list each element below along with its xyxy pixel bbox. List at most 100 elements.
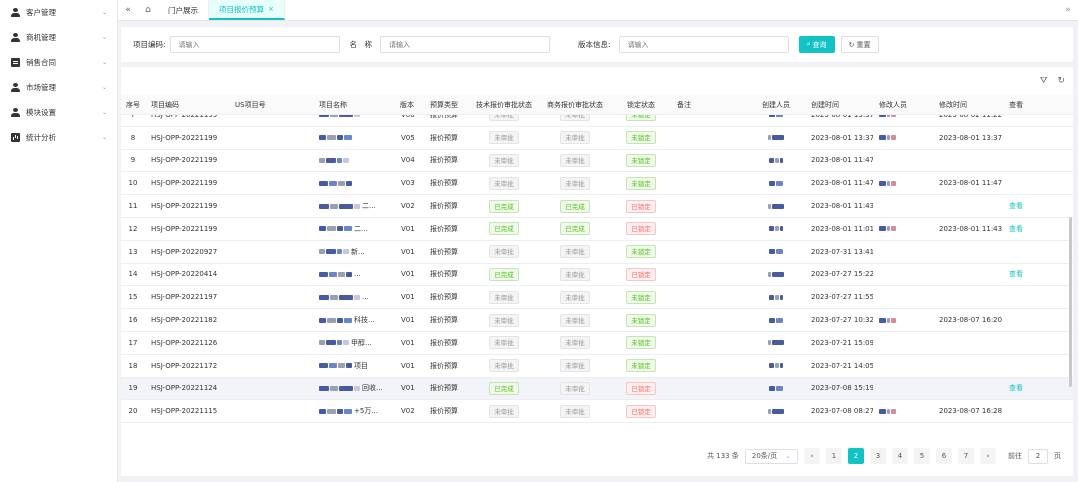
sidebar-item-statistics[interactable]: 统计分析 ⌄ [0,125,117,150]
document-icon [11,58,20,67]
row-project-code: HSJ-OPP-20221172 [151,361,218,370]
page-button[interactable]: 1 [826,448,842,464]
redacted-text [319,202,360,210]
row-version: V01 [401,316,415,325]
view-link[interactable]: 查看 [1009,225,1023,233]
row-lock-status: 未锁定 [611,153,671,167]
column-header-code: 项目编码 [151,100,179,109]
row-biz-status: 未审批 [539,115,611,122]
page-button[interactable]: 3 [870,448,886,464]
row-view-cell: 查看 [1003,201,1033,211]
collapse-sidebar-icon[interactable]: « [118,0,138,20]
status-badge: 未审批 [560,131,590,145]
table-row[interactable]: 13 HSJ-OPP-20220927 新... V01 报价预算 未审批 未审批 未锁定 20… [121,241,1073,264]
table-row[interactable]: 19 HSJ-OPP-20221124 回收... V01 报价预算 已完成 未审批 已锁定 2… [121,377,1073,401]
goto-page-input[interactable]: 2 [1028,448,1048,464]
tab-project-quote-budget[interactable]: 项目报价预算 × [209,0,285,20]
row-create-time: 2023-08-01 13:37 [811,133,873,142]
prev-page-button[interactable]: ‹ [804,448,820,464]
redacted-text [879,115,896,119]
page-button[interactable]: 4 [892,448,908,464]
row-version: V01 [401,384,415,393]
row-project-code: HSJ-OPP-20220927 [151,247,218,256]
view-link[interactable]: 查看 [1009,202,1023,210]
column-header-name: 项目名称 [319,100,347,109]
redacted-text [879,134,896,142]
page-button[interactable]: 7 [958,448,974,464]
scroll-right-icon[interactable]: » [1058,0,1078,20]
sidebar-item-opportunity[interactable]: 商机管理 ⌄ [0,25,117,50]
redacted-text [769,248,783,256]
row-budget-type: 报价预算 [430,361,458,370]
home-icon[interactable]: ⌂ [138,0,158,20]
row-tech-status: 未审批 [469,313,539,327]
tab-portal[interactable]: 门户展示 [158,0,209,20]
chevron-down-icon: ⌄ [785,452,791,460]
code-label: 项目编码: [133,40,166,49]
row-project-name: 回收... [313,383,395,393]
table-row[interactable]: 18 HSJ-OPP-20221172 项目 V01 报价预算 未审批 未审批 未锁定 2023… [121,355,1073,378]
table-row[interactable]: 10 HSJ-OPP-20221199 V03 报价预算 未审批 未审批 未锁定 2023-0… [121,172,1073,196]
table-row[interactable]: 9 HSJ-OPP-20221199 V04 报价预算 未审批 未审批 未锁定 2023-08… [121,150,1073,173]
sidebar-item-market[interactable]: 市场管理 ⌄ [0,75,117,100]
table-row[interactable]: 14 HSJ-OPP-20220414... V01 报价预算 已完成 未审批 已锁定 202… [121,264,1073,287]
row-tech-status: 未审批 [469,153,539,167]
sidebar-item-module-settings[interactable]: 模块设置 ⌄ [0,100,117,125]
close-icon[interactable]: × [268,5,274,13]
person-icon [11,83,20,92]
redacted-text [769,115,783,119]
row-project-code: HSJ-OPP-20221197 [151,293,218,302]
view-link[interactable]: 查看 [1009,270,1023,278]
table-row[interactable]: 17 HSJ-OPP-20221126 甲醇... V01 报价预算 未审批 未审批 未锁定 2… [121,332,1073,355]
row-project-name [313,134,395,142]
row-project-code: HSJ-OPP-20221199 [151,179,218,188]
reset-button[interactable]: ↻ 重置 [840,36,879,53]
refresh-icon[interactable]: ↻ [1057,76,1065,86]
chevron-down-icon: ⌄ [101,109,107,116]
row-tech-status: 已完成 [469,199,539,213]
table-row[interactable]: 16 HSJ-OPP-20221182 科技... V01 报价预算 未审批 未审批 未锁定 2… [121,309,1073,332]
row-biz-status: 未审批 [539,176,611,190]
status-badge: 已锁定 [626,199,656,213]
row-tech-status: 已完成 [469,267,539,281]
row-seq: 12 [128,224,138,233]
sidebar-item-sales-contract[interactable]: 销售合同 ⌄ [0,50,117,75]
table-panel: ⛛ ↻ 序号 项目编码 US项目号 项目名称 版本 预算类型 技术报价审批状态 商务报价审批状… [121,67,1073,476]
table-row[interactable]: 8 HSJ-OPP-20221199 V05 报价预算 未审批 未审批 未锁定 2023-08… [121,127,1073,150]
page-button[interactable]: 6 [936,448,952,464]
page-size-value: 20条/页 [751,452,778,460]
row-tech-status: 未审批 [469,290,539,304]
table-row[interactable]: 7HSJ-OPP-20221199 V06报价预算 未审批 未审批 未锁定 2023-08… [121,115,1073,127]
query-button[interactable]: ⌕ 查询 [798,36,835,53]
row-editor [873,179,933,187]
next-page-button[interactable]: › [980,448,996,464]
row-project-code: HSJ-OPP-20221126 [151,338,218,347]
project-code-input[interactable] [169,36,340,53]
row-seq: 16 [128,316,138,325]
view-link[interactable]: 查看 [1009,384,1023,392]
table-row[interactable]: 11 HSJ-OPP-20221199 二... V02 报价预算 已完成 已完成 已锁定 20… [121,195,1073,218]
table-row[interactable]: 12 HSJ-OPP-20221199 二... V01 报价预算 已完成 已完成 已锁定 20… [121,218,1073,241]
project-name-input[interactable] [380,36,551,53]
row-budget-type: 报价预算 [430,316,458,325]
tab-label: 门户展示 [168,5,198,15]
redacted-text [768,270,784,278]
sidebar-item-customer[interactable]: 客户管理 ⌄ [0,0,117,25]
page-button[interactable]: 5 [914,448,930,464]
redacted-text [319,384,360,392]
page-button[interactable]: 2 [848,448,864,464]
row-lock-status: 未锁定 [611,313,671,327]
row-seq: 20 [128,407,138,416]
row-project-name: 甲醇... [313,338,395,348]
filter-icon[interactable]: ⛛ [1040,76,1048,86]
table-row[interactable]: 20 HSJ-OPP-20221115 +5万... V02 报价预算 未审批 未审批 已锁定… [121,400,1073,424]
redacted-text [319,248,349,256]
row-project-code: HSJ-OPP-20220414 [151,270,218,279]
row-version: V03 [401,179,415,188]
scrollbar[interactable] [1069,217,1072,387]
table-row[interactable]: 15 HSJ-OPP-20221197... V01 报价预算 未审批 未审批 未锁定 202… [121,286,1073,310]
status-badge: 未审批 [560,290,590,304]
table-header: 序号 项目编码 US项目号 项目名称 版本 预算类型 技术报价审批状态 商务报价审批状态 锁定状… [121,95,1073,115]
version-input[interactable] [618,36,789,53]
page-size-select[interactable]: 20条/页 ⌄ [744,448,798,464]
